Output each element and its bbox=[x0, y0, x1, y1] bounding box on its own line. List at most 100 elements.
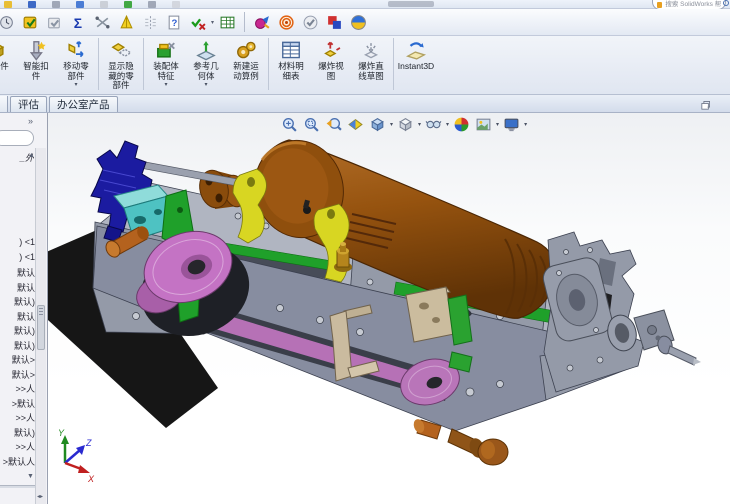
ribbon-button-label: 爆炸视 图 bbox=[318, 61, 344, 81]
status-dot-icon[interactable] bbox=[124, 1, 132, 8]
measure-icon[interactable] bbox=[91, 11, 113, 33]
main-toolbar: Σ? ▾ bbox=[0, 9, 730, 36]
toolbar-separator bbox=[244, 12, 246, 32]
tree-item[interactable]: 1> ( bbox=[0, 252, 35, 267]
document-icon[interactable] bbox=[148, 1, 156, 8]
ball-icon[interactable] bbox=[347, 11, 369, 33]
ribbon-button-exploded-view[interactable]: 爆炸视 图 bbox=[311, 36, 351, 94]
triad-z-label: Z bbox=[85, 438, 92, 448]
solidworks-window: 搜索 SolidWorks 帮助 Σ?▾ 零部件▾智能扣 件移动零 部件▾显示隐… bbox=[0, 0, 730, 504]
part-nozzle-assembly[interactable] bbox=[633, 309, 701, 366]
show-hidden-icon bbox=[110, 39, 132, 61]
graphics-viewport[interactable]: ▾ ▾ ▾ ▾ ▾ Y Z X bbox=[48, 113, 730, 504]
ribbon-button-insert-part[interactable]: 零部件▾ bbox=[0, 36, 16, 94]
ribbon-button-smart-fastener[interactable]: 智能扣 件 bbox=[16, 36, 56, 94]
tree-item[interactable]: (默认 bbox=[0, 426, 35, 441]
box-check-icon[interactable] bbox=[43, 11, 65, 33]
tab-partial[interactable] bbox=[0, 96, 8, 112]
undo-icon[interactable] bbox=[76, 1, 84, 8]
tree-item[interactable]: 默认 bbox=[0, 281, 35, 296]
triad-x-label: X bbox=[87, 474, 95, 484]
ribbon-dropdown-icon[interactable]: ▾ bbox=[204, 82, 207, 88]
svg-text:Σ: Σ bbox=[73, 14, 81, 30]
ribbon-button-bom[interactable]: 材料明 细表 bbox=[271, 36, 311, 94]
check-x-icon[interactable] bbox=[187, 11, 209, 33]
tree-item[interactable]: 人<< bbox=[0, 411, 35, 426]
quick-access-icons bbox=[4, 1, 180, 8]
tree-item[interactable]: 1> ( bbox=[0, 237, 35, 252]
ribbon-button-instant3d[interactable]: Instant3D bbox=[396, 36, 436, 94]
tree-item[interactable]: 默认 bbox=[0, 266, 35, 281]
rings-icon[interactable] bbox=[275, 11, 297, 33]
exploded-view-icon bbox=[320, 39, 342, 61]
tree-item[interactable]: 默认< bbox=[0, 397, 35, 412]
tree-item[interactable]: <默认 bbox=[0, 368, 35, 383]
table-excel-icon[interactable] bbox=[216, 11, 238, 33]
quick-access-toolbar: 搜索 SolidWorks 帮助 bbox=[0, 0, 730, 10]
options-icon[interactable] bbox=[172, 1, 180, 8]
tree-item[interactable]: <默认 bbox=[0, 353, 35, 368]
cone-warning-icon[interactable] bbox=[115, 11, 137, 33]
ribbon-button-assembly-features[interactable]: 装配体 特征 ▾ bbox=[146, 36, 186, 94]
move-component-icon bbox=[65, 39, 87, 61]
tree-item[interactable]: (默认 bbox=[0, 339, 35, 354]
folder-check-icon[interactable] bbox=[19, 11, 41, 33]
instant3d-icon bbox=[405, 39, 427, 61]
scrollbar-arrows-icon[interactable]: ◂▸ bbox=[37, 493, 43, 500]
tree-filter-input[interactable] bbox=[0, 130, 34, 146]
tree-scrollbar-thumb[interactable] bbox=[37, 305, 45, 350]
tree-scroll-up-icon[interactable]: ▲ bbox=[28, 152, 35, 159]
insert-part-icon bbox=[0, 39, 7, 61]
tab-评估[interactable]: 评估 bbox=[10, 96, 47, 112]
part-brown-knob[interactable] bbox=[447, 428, 509, 466]
smart-fastener-icon bbox=[25, 39, 47, 61]
ribbon-button-label: 零部件 bbox=[0, 61, 9, 71]
tree-scrollbar[interactable]: ◂▸ bbox=[35, 148, 46, 504]
svg-text:?: ? bbox=[171, 18, 177, 29]
ribbon-button-reference-geometry[interactable]: 参考几 何体 ▾ bbox=[186, 36, 226, 94]
window-title-fragment bbox=[388, 1, 434, 7]
circle-check-icon[interactable] bbox=[299, 11, 321, 33]
ribbon-button-move-component[interactable]: 移动零 部件 ▾ bbox=[56, 36, 96, 94]
ribbon-separator bbox=[268, 38, 269, 90]
sigma-icon[interactable]: Σ bbox=[67, 11, 89, 33]
symmetry-icon[interactable] bbox=[139, 11, 161, 33]
window-restore-icon[interactable] bbox=[699, 99, 712, 112]
selection-icon[interactable] bbox=[100, 1, 108, 8]
tree-item[interactable]: (默认 bbox=[0, 324, 35, 339]
search-icon[interactable] bbox=[723, 0, 730, 9]
panel-expand-chevron[interactable]: » bbox=[28, 116, 33, 126]
print-icon[interactable] bbox=[52, 1, 60, 8]
check-x-dropdown-icon[interactable]: ▾ bbox=[211, 19, 214, 26]
design-review-icon[interactable] bbox=[251, 11, 273, 33]
doc-question-icon[interactable]: ? bbox=[163, 11, 185, 33]
squares-icon[interactable] bbox=[323, 11, 345, 33]
origin-triad: Y Z X bbox=[58, 428, 95, 484]
tree-scroll-down-icon[interactable]: ▼ bbox=[27, 473, 34, 480]
model-canvas[interactable]: Y Z X bbox=[48, 113, 730, 504]
part-tan-block[interactable] bbox=[405, 286, 455, 343]
ribbon-dropdown-icon[interactable]: ▾ bbox=[164, 82, 167, 88]
feature-manager-panel: » _外 ▲ 1> (1> (默认 默认 (默认 默认 (默认 (默认 <默认 <默认 人<< 默… bbox=[0, 113, 48, 504]
clock-icon[interactable] bbox=[0, 11, 17, 33]
ribbon-button-show-hidden[interactable]: 显示隐 藏的零 部件 bbox=[101, 36, 141, 94]
open-icon[interactable] bbox=[4, 1, 12, 8]
ribbon-button-explode-line-sketch[interactable]: 爆炸直 线草图 bbox=[351, 36, 391, 94]
ribbon-tab-strip: 评估 办公室产品 bbox=[0, 95, 730, 113]
ribbon-separator bbox=[393, 38, 394, 90]
save-icon[interactable] bbox=[28, 1, 36, 8]
ribbon-dropdown-icon[interactable]: ▾ bbox=[74, 82, 77, 88]
ribbon-button-motion-study[interactable]: 新建运 动算例 bbox=[226, 36, 266, 94]
triad-y-label: Y bbox=[58, 428, 65, 438]
tree-item[interactable]: (默认 bbox=[0, 295, 35, 310]
ribbon-button-label: 新建运 动算例 bbox=[233, 61, 259, 81]
tree-item[interactable]: 人<< bbox=[0, 382, 35, 397]
tab-办公室产品[interactable]: 办公室产品 bbox=[49, 96, 118, 112]
search-placeholder: 搜索 SolidWorks 帮助 bbox=[665, 1, 721, 8]
command-ribbon: 零部件▾智能扣 件移动零 部件▾显示隐 藏的零 部件装配体 特征▾参考几 何体▾… bbox=[0, 36, 730, 95]
tree-item[interactable]: 人<< bbox=[0, 440, 35, 455]
tree-item[interactable]: 默认人< bbox=[0, 455, 35, 470]
panel-splitter[interactable] bbox=[0, 485, 36, 488]
ribbon-button-label: 装配体 特征 bbox=[153, 61, 179, 81]
tree-item[interactable]: 默认 bbox=[0, 310, 35, 325]
